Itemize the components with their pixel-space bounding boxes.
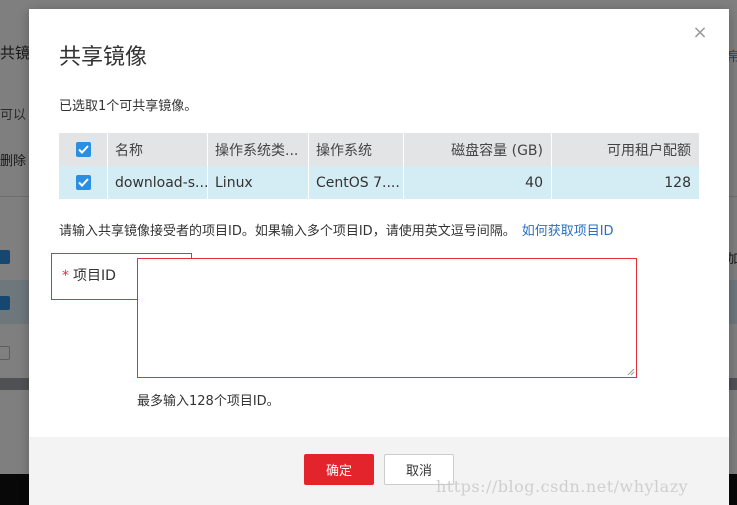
header-os[interactable]: 操作系统 — [308, 133, 403, 166]
cell-disk: 40 — [403, 166, 551, 199]
watermark: https://blog.csdn.net/whylazy — [436, 477, 689, 496]
hint-text: 请输入共享镜像接受者的项目ID。如果输入多个项目ID，请使用英文逗号间隔。 — [59, 224, 516, 239]
header-checkbox-cell — [59, 133, 107, 166]
project-id-input[interactable] — [137, 258, 637, 378]
check-icon — [77, 145, 89, 154]
resize-handle-icon[interactable] — [627, 368, 635, 376]
cell-name: download-s... — [107, 166, 207, 199]
required-mark: * — [62, 268, 69, 284]
header-quota[interactable]: 可用租户配额 — [551, 133, 699, 166]
row-checkbox-cell — [59, 166, 107, 199]
cell-os-type: Linux — [207, 166, 308, 199]
project-id-label: * 项目ID — [62, 265, 116, 285]
close-icon[interactable]: × — [690, 23, 710, 43]
get-project-id-link[interactable]: 如何获取项目ID — [522, 224, 614, 239]
max-input-help: 最多输入128个项目ID。 — [137, 394, 280, 409]
dialog-title: 共享镜像 — [59, 45, 148, 70]
selected-count-text: 已选取1个可共享镜像。 — [59, 99, 198, 114]
header-disk[interactable]: 磁盘容量 (GB) — [403, 133, 551, 166]
check-icon — [77, 178, 89, 187]
cell-os: CentOS 7.... — [308, 166, 403, 199]
select-all-checkbox[interactable] — [75, 142, 91, 157]
confirm-button[interactable]: 确定 — [304, 454, 374, 485]
project-id-label-text: 项目ID — [73, 268, 116, 284]
table-row[interactable]: download-s... Linux CentOS 7.... 40 128 — [59, 166, 699, 199]
input-hint: 请输入共享镜像接受者的项目ID。如果输入多个项目ID，请使用英文逗号间隔。 如何获… — [59, 220, 614, 239]
cell-quota: 128 — [551, 166, 699, 199]
image-table: 名称 操作系统类... 操作系统 磁盘容量 (GB) 可用租户配额 downlo… — [59, 133, 699, 199]
table-header-row: 名称 操作系统类... 操作系统 磁盘容量 (GB) 可用租户配额 — [59, 133, 699, 166]
share-image-dialog: 共享镜像 × 已选取1个可共享镜像。 名称 操作系统类... 操作系统 磁盘容量… — [29, 9, 729, 505]
header-name[interactable]: 名称 — [107, 133, 207, 166]
header-os-type[interactable]: 操作系统类... — [207, 133, 308, 166]
row-checkbox[interactable] — [75, 175, 91, 190]
